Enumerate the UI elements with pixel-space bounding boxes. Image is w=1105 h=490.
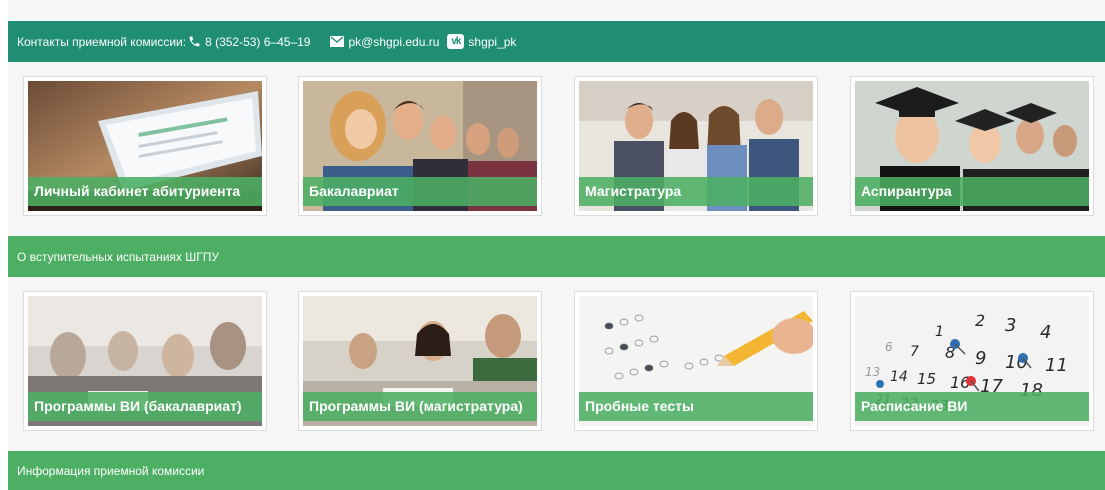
admissions-page: Контакты приемной комиссии: 8 (352-53) 6… (0, 0, 1105, 490)
card-programs-master[interactable]: Программы ВИ (магистратура) (298, 291, 542, 431)
info-section-bar[interactable]: Информация приемной комиссии (8, 451, 1105, 490)
contacts-label: Контакты приемной комиссии: (17, 34, 187, 49)
card-programs-bachelor[interactable]: Программы ВИ (бакалавриат) (23, 291, 267, 431)
card-label: Бакалавриат (303, 177, 537, 206)
svg-text:1: 1 (935, 324, 944, 340)
card-personal-account[interactable]: Личный кабинет абитуриента (23, 76, 267, 216)
phone-link[interactable]: 8 (352-53) 6–45–19 (205, 35, 310, 49)
programs-master-image: Программы ВИ (магистратура) (303, 296, 537, 426)
vk-link[interactable]: shgpi_pk (468, 35, 516, 49)
svg-text:9: 9 (975, 348, 986, 369)
mail-icon (330, 36, 345, 47)
phone-icon (188, 35, 201, 48)
bachelor-image: Бакалавриат (303, 81, 537, 211)
card-postgraduate[interactable]: Аспирантура (850, 76, 1094, 216)
card-label: Программы ВИ (магистратура) (303, 392, 537, 421)
exams-section: Программы ВИ (бакалавриат) Программы ВИ … (8, 277, 1105, 451)
card-practice-tests[interactable]: Пробные тесты (574, 291, 818, 431)
postgraduate-image: Аспирантура (855, 81, 1089, 211)
card-master[interactable]: Магистратура (574, 76, 818, 216)
exams-section-title: О вступительных испытаниях ШГПУ (17, 249, 219, 264)
practice-tests-image: Пробные тесты (579, 296, 813, 426)
contacts-bar: Контакты приемной комиссии: 8 (352-53) 6… (8, 21, 1105, 62)
programs-bachelor-image: Программы ВИ (бакалавриат) (28, 296, 262, 426)
vk-icon: vk (447, 34, 465, 49)
card-label: Магистратура (579, 177, 813, 206)
card-label: Расписание ВИ (855, 392, 1089, 421)
personal-account-image: Личный кабинет абитуриента (28, 81, 262, 211)
email-link[interactable]: pk@shgpi.edu.ru (348, 35, 439, 49)
exams-section-bar[interactable]: О вступительных испытаниях ШГПУ (8, 236, 1105, 277)
exam-schedule-image: 234 1 678 91011 131415 161718 212223 Рас… (855, 296, 1089, 426)
svg-text:2: 2 (975, 311, 985, 330)
card-label: Программы ВИ (бакалавриат) (28, 392, 262, 421)
info-section-title: Информация приемной комиссии (17, 463, 205, 478)
card-label: Пробные тесты (579, 392, 813, 421)
svg-text:4: 4 (1040, 322, 1051, 343)
card-label: Аспирантура (855, 177, 1089, 206)
svg-text:14: 14 (890, 369, 908, 385)
svg-text:3: 3 (1005, 315, 1016, 336)
card-label: Личный кабинет абитуриента (28, 177, 262, 206)
svg-text:6: 6 (885, 340, 893, 354)
card-bachelor[interactable]: Бакалавриат (298, 76, 542, 216)
svg-text:15: 15 (917, 370, 936, 388)
programs-section: Личный кабинет абитуриента Бакалавриат М… (8, 62, 1105, 236)
top-gap (8, 0, 1105, 21)
svg-text:7: 7 (910, 344, 919, 360)
card-exam-schedule[interactable]: 234 1 678 91011 131415 161718 212223 Рас… (850, 291, 1094, 431)
svg-text:11: 11 (1045, 355, 1068, 376)
master-image: Магистратура (579, 81, 813, 211)
svg-text:13: 13 (865, 365, 880, 379)
